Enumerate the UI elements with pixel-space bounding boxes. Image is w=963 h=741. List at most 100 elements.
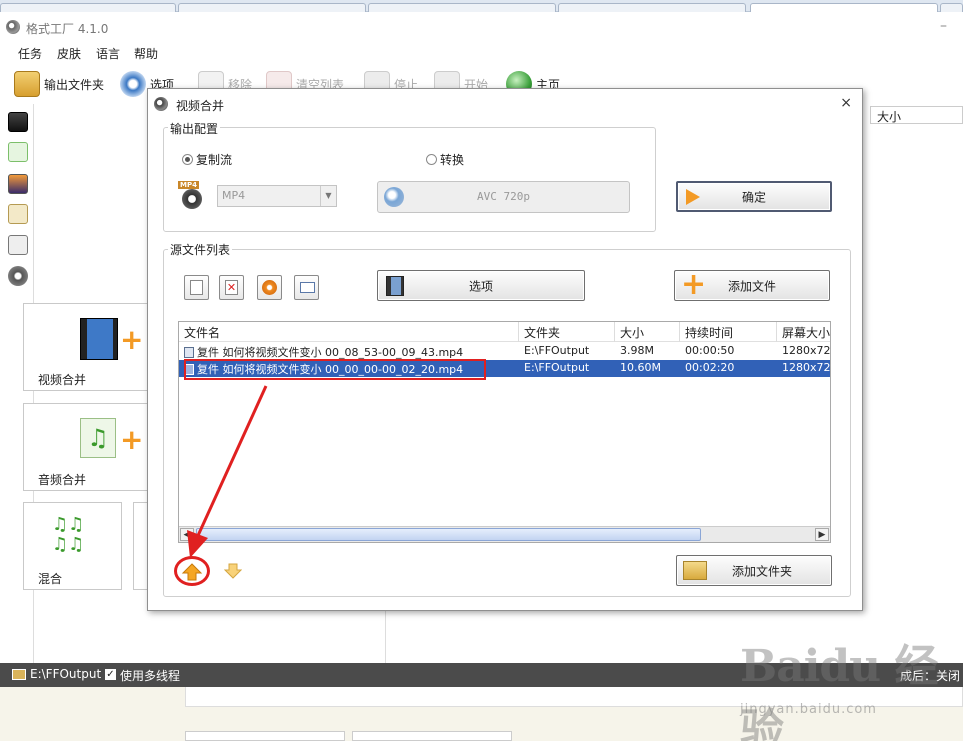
- browser-tab-strip: [0, 0, 963, 12]
- preset-button[interactable]: AVC 720p: [377, 181, 630, 213]
- filename-text: 复件 如何将视频文件变小 00_08_53-00_09_43.mp4: [197, 346, 464, 359]
- ok-label: 确定: [741, 190, 766, 204]
- col-size[interactable]: 大小: [615, 322, 680, 342]
- cell-filename: 复件 如何将视频文件变小 00_00_00-00_02_20.mp4: [179, 360, 519, 377]
- audio-merge-tile[interactable]: ♫ + 音频合并: [23, 403, 151, 491]
- dialog-title: 视频合并: [176, 99, 225, 113]
- status-bar: E:\FFOutput ✓ 使用多线程 成后：关闭: [0, 663, 963, 687]
- source-options-button[interactable]: 选项: [377, 270, 585, 301]
- after-done-label[interactable]: 成后：关闭: [900, 667, 960, 684]
- convert-label: 转换: [440, 153, 465, 167]
- cell-size: 10.60M: [620, 361, 661, 374]
- filename-text: 复件 如何将视频文件变小 00_00_00-00_02_20.mp4: [197, 363, 464, 376]
- radio-dot: [182, 154, 193, 165]
- video-file-icon: [184, 364, 194, 375]
- browser-tab[interactable]: [0, 3, 176, 12]
- convert-radio[interactable]: 转换: [426, 151, 464, 168]
- scroll-left-icon[interactable]: ◀: [180, 528, 194, 541]
- plus-icon: +: [120, 323, 144, 356]
- film-reel-icon: [182, 189, 202, 209]
- delete-x-icon: ✕: [225, 280, 238, 295]
- col-filename[interactable]: 文件名: [179, 322, 519, 342]
- table-row-selected[interactable]: 复件 如何将视频文件变小 00_00_00-00_02_20.mp4 E:\FF…: [179, 360, 830, 377]
- folder-icon[interactable]: [12, 669, 26, 680]
- menu-skin[interactable]: 皮肤: [57, 45, 81, 62]
- remove-file-icon: [190, 280, 203, 295]
- col-folder[interactable]: 文件夹: [519, 322, 615, 342]
- add-file-button[interactable]: + 添加文件: [674, 270, 830, 301]
- browser-tab-active[interactable]: [750, 3, 938, 12]
- mp4-tag: MP4: [178, 181, 199, 189]
- app-titlebar: 格式工厂 4.1.0 –: [0, 12, 963, 42]
- video-merge-tile[interactable]: + 视频合并: [23, 303, 151, 391]
- scrollbar-thumb[interactable]: [196, 528, 701, 541]
- video-category-icon[interactable]: [8, 112, 28, 132]
- preset-label: AVC 720p: [477, 190, 530, 203]
- browser-tab[interactable]: [368, 3, 556, 12]
- output-folder-button[interactable]: 输出文件夹: [14, 70, 104, 98]
- col-duration[interactable]: 持续时间: [680, 322, 777, 342]
- app-title: 格式工厂 4.1.0: [26, 22, 109, 36]
- play-icon: [262, 280, 277, 295]
- menu-task[interactable]: 任务: [18, 45, 42, 62]
- delete-file-button[interactable]: ✕: [219, 275, 244, 300]
- mp4-format-icon: MP4: [178, 181, 204, 211]
- cell-duration: 00:02:20: [685, 361, 735, 374]
- log-panel: [185, 687, 963, 707]
- bottom-tab[interactable]: [185, 731, 345, 741]
- cell-size: 3.98M: [620, 344, 654, 357]
- play-file-button[interactable]: [257, 275, 282, 300]
- format-factory-logo-icon: [6, 20, 20, 34]
- col-screen-size[interactable]: 屏幕大小: [777, 322, 830, 342]
- format-select[interactable]: MP4 ▼: [217, 185, 337, 207]
- output-path[interactable]: E:\FFOutput: [30, 667, 101, 681]
- cell-duration: 00:00:50: [685, 344, 735, 357]
- remove-file-button[interactable]: [184, 275, 209, 300]
- video-merge-dialog: 视频合并 × 输出配置 复制流 转换 MP4 MP4 ▼ AVC 720p 确定…: [147, 88, 863, 611]
- mix-label: 混合: [38, 572, 63, 586]
- source-file-list[interactable]: 文件名 文件夹 大小 持续时间 屏幕大小 复件 如何将视频文件变小 00_08_…: [178, 321, 831, 543]
- add-folder-button[interactable]: 添加文件夹: [676, 555, 832, 586]
- multithread-checkbox[interactable]: ✓: [105, 669, 116, 680]
- minimize-button[interactable]: –: [940, 18, 947, 34]
- utilities-category-icon[interactable]: [8, 266, 28, 286]
- bottom-tab[interactable]: [352, 731, 512, 741]
- source-options-label: 选项: [468, 279, 493, 293]
- audio-category-icon[interactable]: [8, 142, 28, 162]
- add-file-label: 添加文件: [727, 279, 776, 293]
- plus-icon: +: [120, 423, 144, 456]
- picture-category-icon[interactable]: [8, 174, 28, 194]
- video-merge-label: 视频合并: [38, 373, 87, 387]
- ok-button[interactable]: 确定: [676, 181, 832, 212]
- bottom-area: [0, 687, 963, 741]
- size-column-header[interactable]: 大小: [870, 106, 963, 124]
- multithread-label: 使用多线程: [120, 669, 181, 683]
- close-icon[interactable]: ×: [840, 95, 852, 111]
- cell-screen: 1280x720: [782, 344, 831, 357]
- menu-language[interactable]: 语言: [96, 45, 120, 62]
- move-down-icon[interactable]: [224, 562, 242, 580]
- table-row[interactable]: 复件 如何将视频文件变小 00_08_53-00_09_43.mp4 E:\FF…: [179, 343, 830, 360]
- browser-tab[interactable]: [178, 3, 366, 12]
- browser-tab[interactable]: [940, 3, 963, 12]
- browser-tab[interactable]: [558, 3, 746, 12]
- scroll-right-icon[interactable]: ▶: [815, 528, 829, 541]
- radio-dot: [426, 154, 437, 165]
- copy-stream-radio[interactable]: 复制流: [182, 151, 232, 168]
- disc-drive-category-icon[interactable]: [8, 235, 28, 255]
- mix-tile[interactable]: ♫♫ ♫♫ 混合: [23, 502, 122, 590]
- film-strip-icon: [80, 318, 118, 360]
- info-window-icon: [300, 282, 315, 293]
- list-header: 文件名 文件夹 大小 持续时间 屏幕大小: [179, 322, 830, 342]
- cell-folder: E:\FFOutput: [524, 361, 590, 374]
- folder-icon: [14, 71, 40, 97]
- copy-stream-label: 复制流: [196, 153, 233, 167]
- move-up-icon[interactable]: [181, 562, 203, 582]
- document-category-icon[interactable]: [8, 204, 28, 224]
- horizontal-scrollbar[interactable]: ◀ ▶: [179, 526, 830, 542]
- cell-screen: 1280x720: [782, 361, 831, 374]
- file-info-button[interactable]: [294, 275, 319, 300]
- menu-help[interactable]: 帮助: [134, 45, 158, 62]
- mix-icon: ♫♫ ♫♫: [52, 514, 85, 555]
- add-folder-label: 添加文件夹: [731, 564, 792, 578]
